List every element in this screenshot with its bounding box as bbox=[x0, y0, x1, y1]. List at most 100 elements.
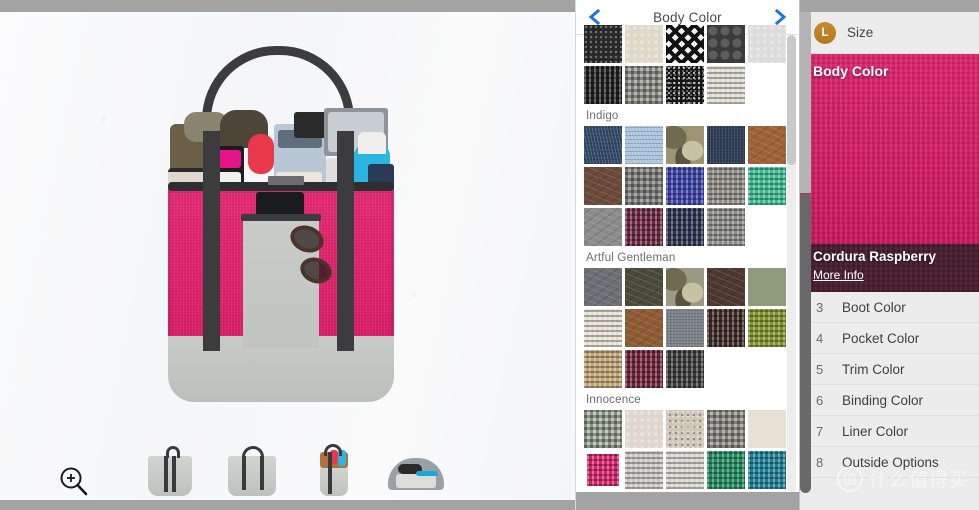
swatch-cream-dot[interactable] bbox=[625, 25, 663, 63]
swatch-sand-speckle[interactable] bbox=[666, 410, 704, 448]
selected-color-strip[interactable]: Cordura Raspberry More Info bbox=[800, 244, 979, 292]
option-name: Liner Color bbox=[842, 423, 909, 439]
swatch-emerald-weave[interactable] bbox=[707, 451, 745, 489]
swatch-mint-green-weave[interactable] bbox=[748, 167, 786, 205]
magnifier-plus-icon[interactable] bbox=[56, 464, 92, 500]
swatch-texture bbox=[666, 25, 704, 63]
swatch-wine-red-weave[interactable] bbox=[625, 350, 663, 388]
swatch-pale-sage-check[interactable] bbox=[584, 410, 622, 448]
swatch-grey-check[interactable] bbox=[625, 66, 663, 104]
option-row-liner-color[interactable]: 7 Liner Color bbox=[800, 416, 979, 447]
swatch-steel-grey[interactable] bbox=[666, 309, 704, 347]
swatch-texture bbox=[584, 167, 622, 205]
swatch-scrollbar-thumb[interactable] bbox=[787, 35, 796, 165]
body-color-card-title: Body Color bbox=[813, 63, 889, 79]
swatch-royal-blue-weave[interactable] bbox=[666, 167, 704, 205]
swatch-grid bbox=[584, 126, 791, 246]
swatch-slate-leather[interactable] bbox=[584, 268, 622, 306]
swatch-texture bbox=[584, 410, 622, 448]
swatch-texture bbox=[625, 268, 663, 306]
swatch-jet-black-weave[interactable] bbox=[584, 66, 622, 104]
option-number: 4 bbox=[816, 330, 824, 346]
thumbnail-tote-side[interactable] bbox=[140, 442, 200, 500]
swatch-dark-denim[interactable] bbox=[584, 126, 622, 164]
swatch-panel-title: Body Color bbox=[653, 9, 722, 25]
chevron-right-icon[interactable] bbox=[771, 8, 789, 26]
swatch-texture bbox=[748, 167, 786, 205]
swatch-burgundy-weave[interactable] bbox=[625, 208, 663, 246]
swatch-chevron-black-white[interactable] bbox=[666, 25, 704, 63]
option-scrollbar-track[interactable] bbox=[800, 12, 811, 193]
swatch-silver-check[interactable] bbox=[625, 167, 663, 205]
swatch-brown-leather[interactable] bbox=[584, 167, 622, 205]
swatch-texture bbox=[707, 309, 745, 347]
swatch-saddle-leather[interactable] bbox=[625, 309, 663, 347]
swatch-texture bbox=[625, 309, 663, 347]
swatch-digital-camo[interactable] bbox=[666, 268, 704, 306]
swatch-sage-green[interactable] bbox=[748, 268, 786, 306]
swatch-cream-solid[interactable] bbox=[748, 410, 786, 448]
swatch-black-speckle[interactable] bbox=[584, 25, 622, 63]
thumbnail-tote-front[interactable] bbox=[222, 442, 282, 500]
option-name: Trim Color bbox=[842, 361, 905, 377]
swatch-texture bbox=[666, 167, 704, 205]
body-color-preview-card[interactable]: Body Color bbox=[800, 54, 979, 244]
swatch-midnight-navy-weave[interactable] bbox=[666, 208, 704, 246]
swatch-light-denim[interactable] bbox=[625, 126, 663, 164]
swatch-texture bbox=[625, 25, 663, 63]
swatch-cordura-raspberry[interactable] bbox=[582, 449, 624, 491]
swatch-texture bbox=[625, 208, 663, 246]
swatch-moss-green-weave[interactable] bbox=[748, 309, 786, 347]
swatch-texture bbox=[584, 66, 622, 104]
chevron-left-icon[interactable] bbox=[586, 8, 604, 26]
swatch-khaki-weave[interactable] bbox=[584, 350, 622, 388]
more-info-link[interactable]: More Info bbox=[813, 268, 864, 282]
bag-pocket-trim bbox=[241, 214, 321, 221]
swatch-black-static[interactable] bbox=[666, 66, 704, 104]
swatch-light-grey-dot[interactable] bbox=[748, 25, 786, 63]
option-scrollbar-thumb[interactable] bbox=[800, 193, 811, 493]
option-row-trim-color[interactable]: 5 Trim Color bbox=[800, 354, 979, 385]
swatch-texture bbox=[666, 66, 704, 104]
viewer-bottom-bar bbox=[0, 500, 575, 510]
swatch-grey-leather[interactable] bbox=[584, 208, 622, 246]
option-row-outside-options[interactable]: 8 Outside Options bbox=[800, 447, 979, 478]
swatch-scroll-area[interactable]: Indigo Artful Gentleman Innocence bbox=[576, 25, 799, 492]
swatch-navy-canvas[interactable] bbox=[707, 126, 745, 164]
swatch-tan-leather[interactable] bbox=[748, 126, 786, 164]
swatch-grid bbox=[582, 410, 791, 491]
option-row-pocket-color[interactable]: 4 Pocket Color bbox=[800, 323, 979, 354]
swatch-dark-brown-weave[interactable] bbox=[707, 309, 745, 347]
swatch-texture bbox=[748, 25, 786, 63]
swatch-texture bbox=[707, 410, 745, 448]
swatch-bone-weave[interactable] bbox=[707, 66, 745, 104]
option-row-size[interactable]: L Size bbox=[800, 12, 979, 54]
swatch-texture bbox=[625, 410, 663, 448]
thumbnail-tote-packed[interactable] bbox=[304, 442, 364, 500]
swatch-blush-dot[interactable] bbox=[625, 410, 663, 448]
swatch-desert-camo[interactable] bbox=[666, 126, 704, 164]
swatch-charcoal-weave[interactable] bbox=[666, 350, 704, 388]
product-viewer bbox=[0, 0, 575, 510]
swatch-taupe-weave[interactable] bbox=[707, 167, 745, 205]
swatch-olive-leather[interactable] bbox=[625, 268, 663, 306]
viewer-canvas[interactable] bbox=[0, 12, 575, 500]
swatch-espresso-leather[interactable] bbox=[707, 268, 745, 306]
swatch-pearl-weave[interactable] bbox=[666, 451, 704, 489]
swatch-ivory-weave[interactable] bbox=[584, 309, 622, 347]
bag-strap-right bbox=[337, 131, 354, 351]
swatch-texture bbox=[666, 350, 704, 388]
swatch-teal-weave[interactable] bbox=[748, 451, 786, 489]
option-row-binding-color[interactable]: 6 Binding Color bbox=[800, 385, 979, 416]
swatch-stone-grey-weave[interactable] bbox=[707, 208, 745, 246]
swatch-texture bbox=[707, 66, 745, 104]
product-image-tote-bag[interactable] bbox=[150, 36, 420, 408]
option-row-boot-color[interactable]: 3 Boot Color bbox=[800, 292, 979, 323]
swatch-texture bbox=[587, 454, 619, 486]
swatch-scrollbar-track[interactable] bbox=[787, 35, 796, 492]
swatch-pepper-check[interactable] bbox=[707, 410, 745, 448]
swatch-texture bbox=[625, 451, 663, 489]
thumbnail-tote-interior[interactable] bbox=[386, 442, 446, 500]
swatch-charcoal-circles[interactable] bbox=[707, 25, 745, 63]
swatch-silver-grey-weave[interactable] bbox=[625, 451, 663, 489]
